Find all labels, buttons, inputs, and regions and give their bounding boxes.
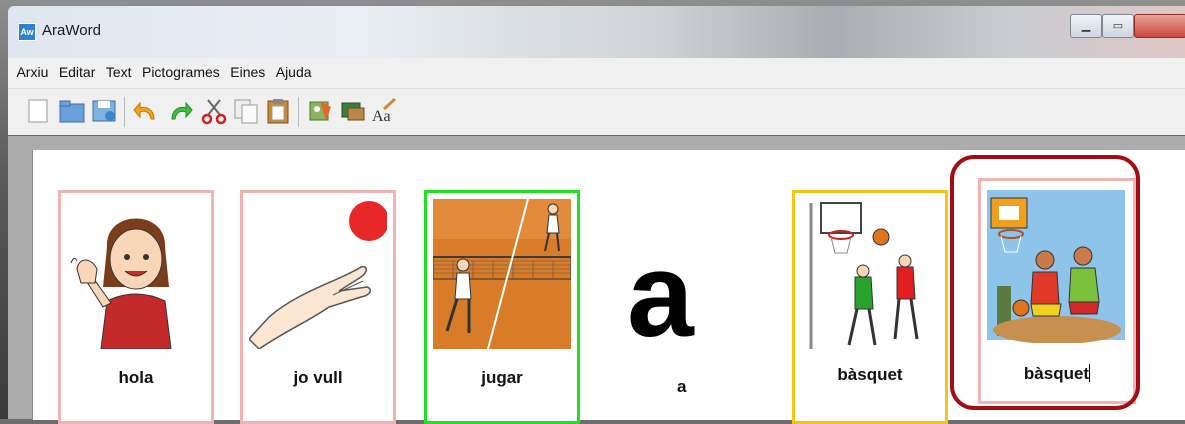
svg-text:Aa: Aa — [372, 108, 391, 125]
change-image-icon[interactable] — [338, 97, 366, 125]
maximize-icon: ▭ — [1112, 20, 1124, 32]
girl-waving-picture — [70, 218, 172, 349]
pictogram-card[interactable]: jo vull — [240, 190, 396, 424]
card-word: jo vull — [293, 368, 343, 387]
basketball-players-picture — [809, 202, 919, 349]
minimize-button[interactable]: ▁ — [1070, 14, 1102, 38]
card-word: bàsquet — [837, 365, 903, 384]
card-word: hola — [118, 368, 154, 387]
card-word: jugar — [481, 368, 523, 387]
hand-reaching-ball-picture — [249, 201, 387, 349]
tennis-court-picture — [433, 199, 571, 349]
app-icon: Aw — [18, 23, 36, 41]
letter-a-picture: a — [627, 228, 694, 362]
menu-eines[interactable]: Eines — [227, 58, 268, 80]
title-bar: Aw AraWord ▁ ▭ — [8, 6, 1185, 58]
pictogram-card[interactable]: bàsquet — [792, 190, 948, 424]
redo-icon[interactable] — [166, 97, 194, 125]
menu-ajuda[interactable]: Ajuda — [273, 58, 315, 80]
menu-arxiu[interactable]: Arxiu — [13, 58, 51, 80]
cut-icon[interactable] — [200, 97, 228, 125]
card-word: a — [677, 377, 687, 396]
save-icon[interactable] — [90, 97, 118, 125]
minimize-icon: ▁ — [1081, 20, 1091, 32]
menu-pictogrames[interactable]: Pictogrames — [139, 58, 223, 80]
toolbar: Aa — [8, 89, 1185, 135]
toolbar-separator — [298, 97, 299, 127]
open-folder-icon[interactable] — [58, 97, 86, 125]
insert-pictogram-icon[interactable] — [306, 97, 334, 125]
new-document-icon[interactable] — [24, 97, 52, 125]
font-style-icon[interactable]: Aa — [370, 97, 398, 125]
undo-icon[interactable] — [132, 97, 160, 125]
menu-bar: Arxiu Editar Text Pictogrames Eines Ajud… — [8, 58, 1185, 89]
pictogram-card[interactable]: jugar — [424, 190, 580, 424]
paste-icon[interactable] — [264, 97, 292, 125]
highlight-annotation — [950, 155, 1140, 410]
window-title: AraWord — [42, 22, 101, 39]
menu-editar[interactable]: Editar — [56, 58, 99, 80]
pictogram-card[interactable]: hola — [58, 190, 214, 424]
menu-text[interactable]: Text — [103, 58, 135, 80]
maximize-button[interactable]: ▭ — [1102, 14, 1134, 38]
copy-icon[interactable] — [232, 97, 260, 125]
close-button[interactable] — [1134, 14, 1185, 38]
toolbar-separator — [124, 97, 125, 127]
